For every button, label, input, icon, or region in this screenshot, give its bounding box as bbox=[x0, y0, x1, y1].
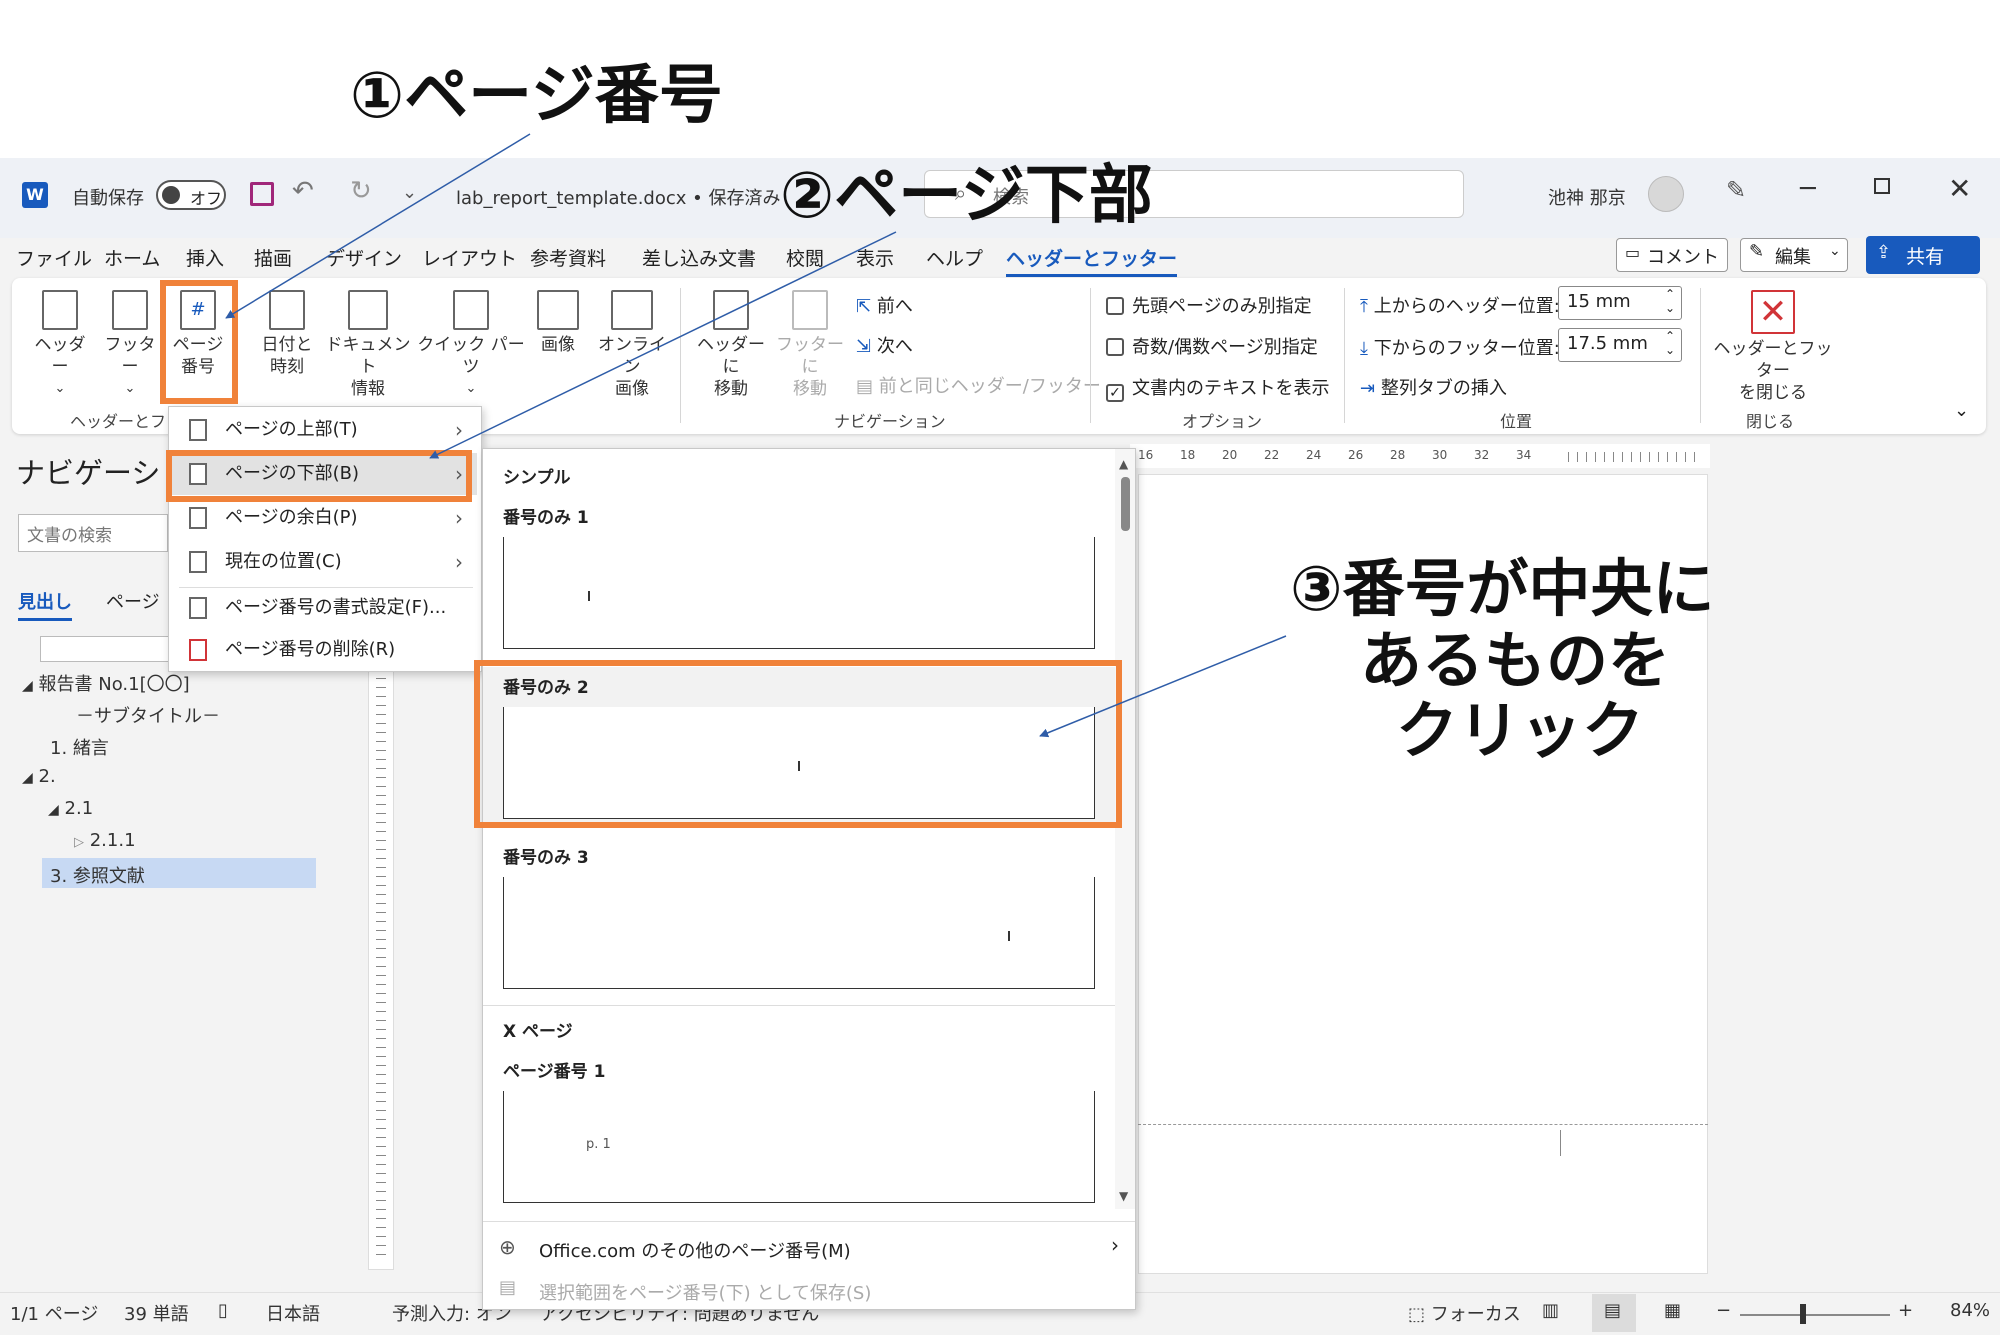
arrow-step1 bbox=[225, 133, 531, 319]
screenshot-stage: { "annotations": { "step1": "①ページ番号", "s… bbox=[0, 0, 2000, 1335]
arrow-step3 bbox=[1039, 635, 1287, 738]
callout-step3-line3: クリック bbox=[1396, 694, 1645, 767]
callout-step1: ①ページ番号 bbox=[350, 59, 723, 133]
callout-step2: ②ページ下部 bbox=[780, 159, 1153, 233]
arrow-step2 bbox=[429, 231, 897, 459]
